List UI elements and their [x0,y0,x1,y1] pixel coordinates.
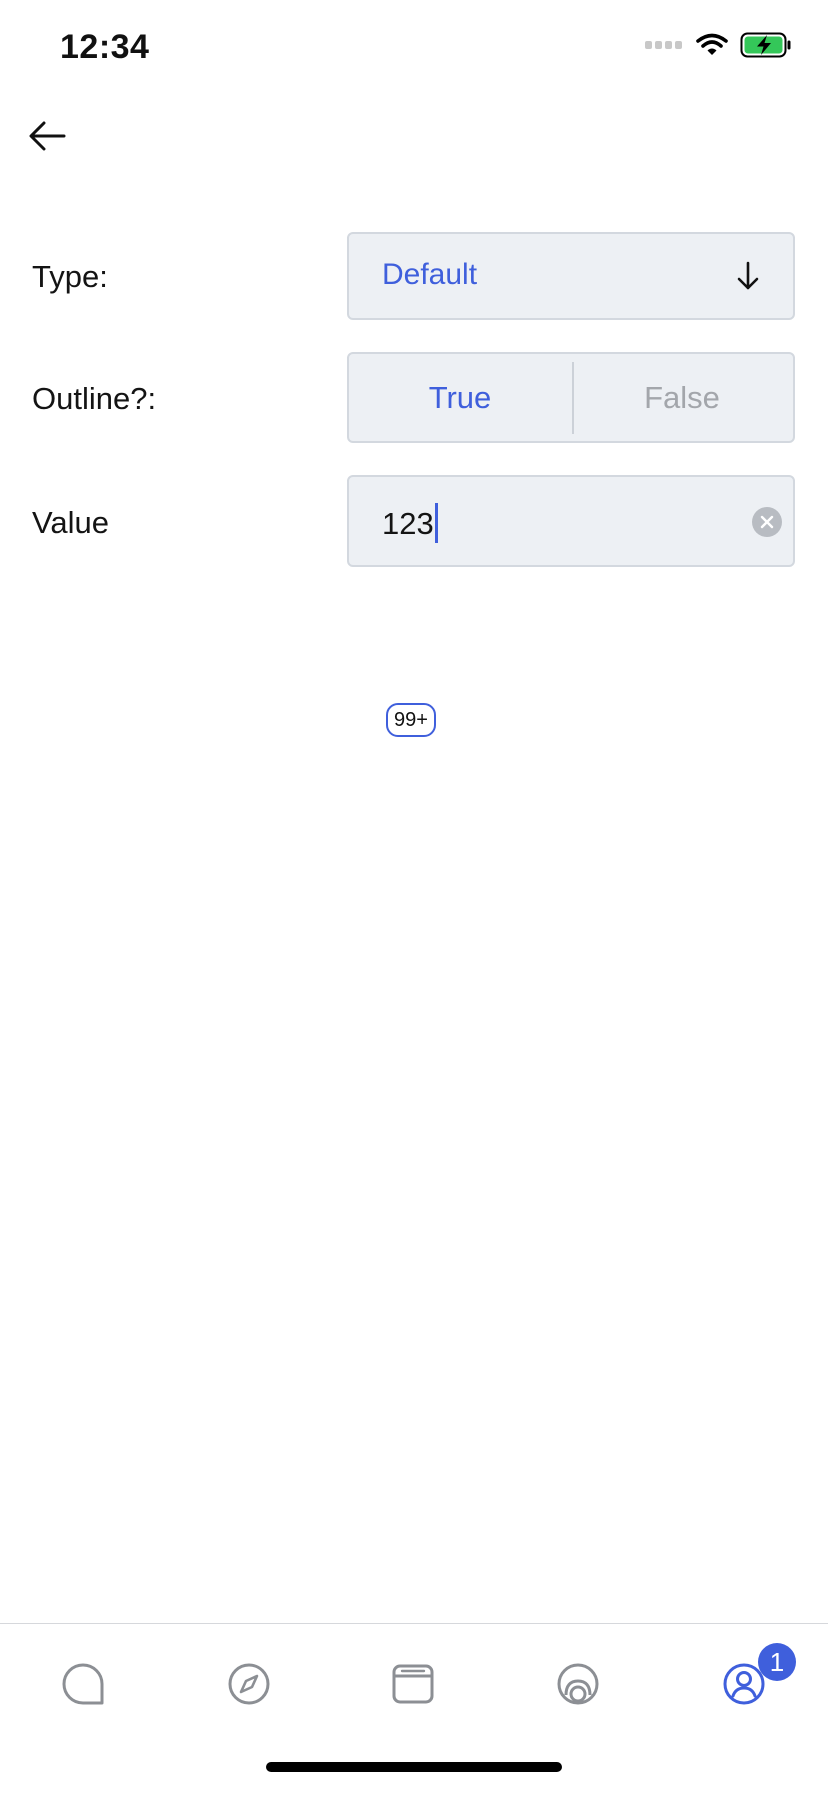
arrow-down-icon [737,261,759,290]
battery-charging-icon [740,32,791,58]
wifi-icon [696,33,728,55]
value-input-text: 123 [382,503,438,543]
type-select-value: Default [382,258,478,291]
text-caret [434,503,438,543]
arrow-left-icon [29,121,66,151]
compass-icon [228,1663,270,1705]
tab-camera[interactable] [548,1654,608,1714]
status-bar: 12:34 [0,0,828,100]
clear-icon[interactable] [752,507,782,537]
notification-badge: 1 [758,1643,796,1681]
home-indicator [266,1762,562,1772]
tab-cards[interactable] [383,1654,443,1714]
cellular-signal-icon [645,41,682,49]
outline-option-true[interactable]: True [349,354,571,441]
card-window-icon [392,1664,434,1704]
close-icon [760,515,774,529]
status-icons [645,32,792,58]
status-time: 12:34 [60,28,150,66]
tab-explore[interactable] [219,1654,279,1714]
outline-option-false[interactable]: False [571,354,793,441]
value-input-current: 123 [382,506,434,541]
chat-bubble-icon [62,1663,104,1705]
outline-segmented-control: True False [347,352,795,443]
value-label: Value [32,505,109,540]
camera-lens-icon [557,1663,599,1705]
type-label: Type: [32,259,108,294]
outline-label: Outline?: [32,381,157,416]
tab-chat[interactable] [53,1654,113,1714]
back-button[interactable] [24,112,72,160]
type-select[interactable]: Default [347,232,795,320]
value-input[interactable]: 123 [347,475,795,567]
count-badge: 99+ [386,703,436,737]
